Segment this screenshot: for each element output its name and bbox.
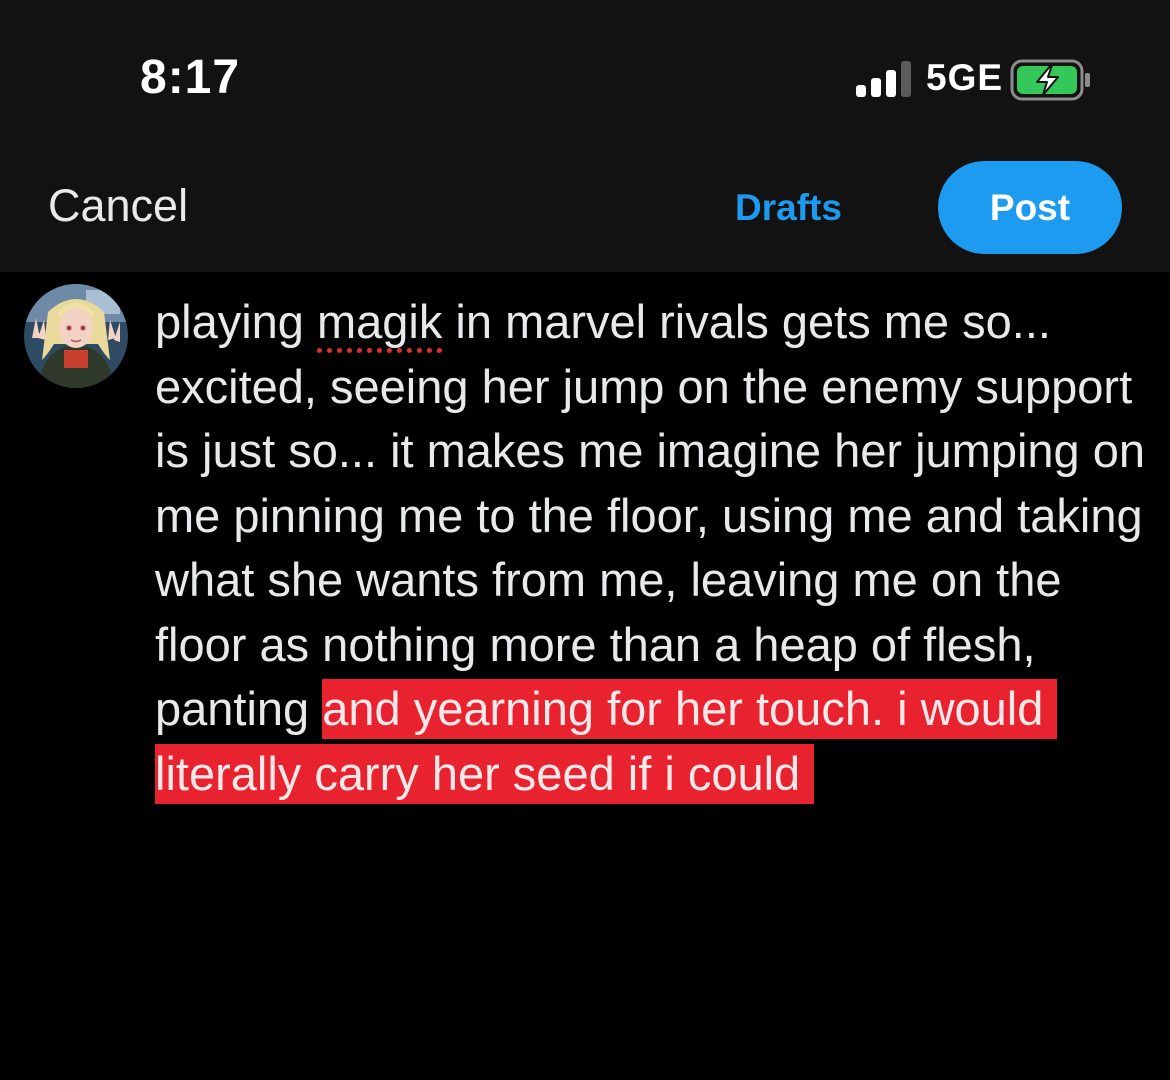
cellular-signal-icon	[856, 61, 911, 97]
user-avatar[interactable]	[24, 284, 128, 388]
battery-charging-icon	[1010, 59, 1090, 101]
status-time: 8:17	[140, 51, 241, 104]
post-text-start: playing	[155, 295, 317, 348]
network-type-label: 5GE	[926, 57, 1004, 98]
post-text-body: in marvel rivals gets me so... excited, …	[155, 295, 1146, 735]
avatar-illustration	[24, 284, 128, 388]
drafts-button[interactable]: Drafts	[735, 187, 842, 229]
post-button[interactable]: Post	[938, 161, 1122, 254]
post-text-editor[interactable]: playing magik in marvel rivals gets me s…	[155, 290, 1155, 806]
cancel-button[interactable]: Cancel	[48, 180, 188, 232]
misspelled-word[interactable]: magik	[317, 295, 442, 348]
